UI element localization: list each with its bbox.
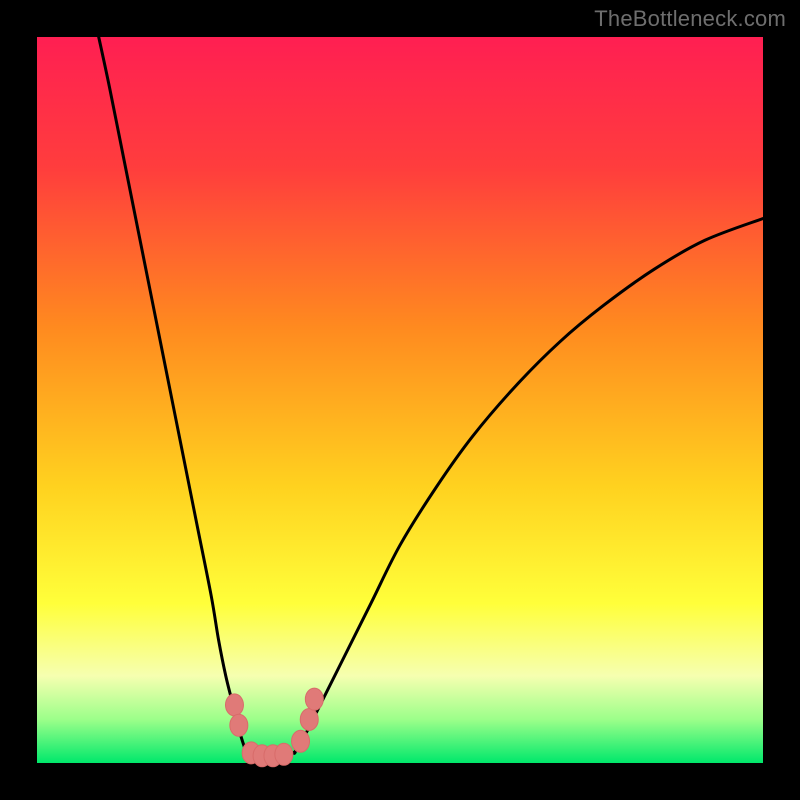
curve-marker (305, 688, 323, 710)
chart-svg (0, 0, 800, 800)
curve-marker (292, 730, 310, 752)
bottleneck-curve (99, 37, 763, 756)
marker-group (225, 688, 323, 767)
curve-marker (230, 714, 248, 736)
curve-marker (225, 694, 243, 716)
outer-frame: TheBottleneck.com (0, 0, 800, 800)
curve-marker (275, 743, 293, 765)
curve-marker (300, 708, 318, 730)
